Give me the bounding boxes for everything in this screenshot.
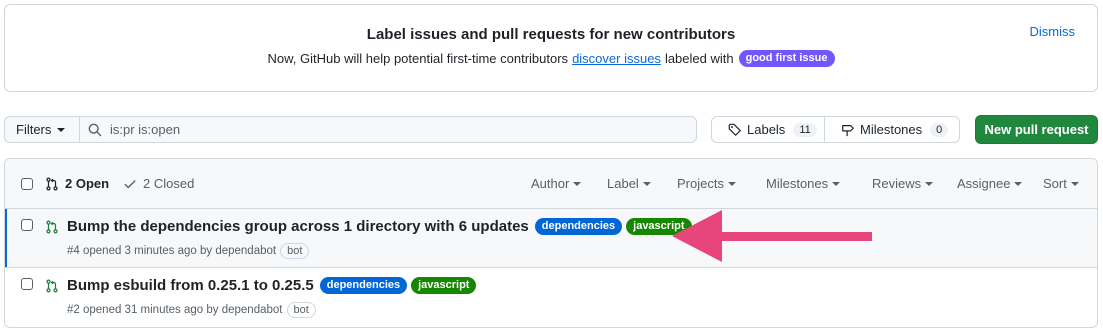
pr-meta: #4 opened 3 minutes ago by dependabot bo… [67, 243, 310, 259]
open-pull-request-icon [46, 220, 58, 234]
author-menu[interactable]: Author [531, 176, 582, 191]
chevron-down-icon [925, 181, 934, 186]
chevron-down-icon [832, 181, 841, 186]
pull-request-icon [46, 177, 58, 190]
bot-badge: bot [280, 243, 310, 259]
pr-meta: #2 opened 31 minutes ago by dependabot b… [67, 302, 316, 318]
milestones-menu-label: Milestones [766, 176, 829, 191]
author-menu-label: Author [531, 176, 570, 191]
assignee-menu[interactable]: Assignee [957, 176, 1023, 191]
banner-desc-prefix: Now, GitHub will help potential first-ti… [267, 51, 569, 66]
pr-title-link[interactable]: Bump the dependencies group across 1 dir… [67, 218, 529, 235]
milestone-icon [842, 124, 854, 136]
contributor-banner: Label issues and pull requests for new c… [4, 4, 1098, 92]
labels-count: 11 [793, 122, 817, 137]
chevron-down-icon [57, 127, 66, 132]
check-icon [124, 179, 136, 188]
new-pull-request-button[interactable]: New pull request [975, 115, 1098, 144]
label-menu-label: Label [607, 176, 639, 191]
banner-title: Label issues and pull requests for new c… [366, 26, 736, 43]
reviews-menu-label: Reviews [872, 176, 922, 191]
pr-meta-text: #4 opened 3 minutes ago by dependabot [67, 245, 277, 257]
pr-title-line: Bump esbuild from 0.25.1 to 0.25.5 depen… [67, 277, 477, 294]
sort-menu[interactable]: Sort [1043, 176, 1079, 191]
open-pull-request-icon [46, 279, 58, 293]
chevron-down-icon [573, 181, 582, 186]
milestones-count: 0 [930, 122, 949, 137]
sort-menu-label: Sort [1043, 176, 1067, 191]
labels-milestones-group: Labels 11 Milestones 0 [711, 116, 960, 143]
banner-description: Now, GitHub will help potential first-ti… [5, 50, 1097, 67]
search-bar[interactable] [79, 116, 697, 143]
chevron-down-icon [1070, 181, 1079, 186]
row-checkbox[interactable] [21, 278, 33, 290]
label-menu[interactable]: Label [607, 176, 651, 191]
pr-title-link[interactable]: Bump esbuild from 0.25.1 to 0.25.5 [67, 277, 314, 294]
pr-title-line: Bump the dependencies group across 1 dir… [67, 218, 692, 235]
closed-filter[interactable]: 2 Closed [123, 176, 194, 191]
list-header: 2 Open 2 Closed Author Label Projects Mi… [5, 159, 1097, 209]
banner-desc-suffix: labeled with [664, 51, 734, 66]
assignee-menu-label: Assignee [957, 176, 1011, 191]
select-all-checkbox[interactable] [21, 177, 33, 190]
reviews-menu[interactable]: Reviews [872, 176, 934, 191]
milestones-label: Milestones [860, 122, 923, 137]
filters-button[interactable]: Filters [4, 116, 80, 143]
label-javascript[interactable]: javascript [411, 277, 477, 294]
closed-count: 2 Closed [143, 176, 195, 191]
search-input[interactable] [110, 122, 650, 137]
search-icon [88, 123, 102, 136]
open-filter[interactable]: 2 Open [45, 176, 109, 191]
pull-request-list: 2 Open 2 Closed Author Label Projects Mi… [4, 158, 1098, 328]
discover-issues-link[interactable]: discover issues [572, 51, 661, 66]
good-first-issue-label: good first issue [738, 50, 835, 67]
open-count: 2 Open [65, 176, 110, 191]
labels-button[interactable]: Labels 11 [712, 117, 825, 142]
annotation-arrow-icon [672, 210, 872, 262]
projects-menu[interactable]: Projects [677, 176, 736, 191]
row-checkbox[interactable] [21, 219, 33, 231]
chevron-down-icon [642, 181, 651, 186]
pull-request-row[interactable]: Bump the dependencies group across 1 dir… [5, 209, 1097, 268]
tag-icon [728, 123, 741, 136]
milestones-button[interactable]: Milestones 0 [825, 117, 949, 142]
chevron-down-icon [1014, 181, 1023, 186]
projects-menu-label: Projects [677, 176, 724, 191]
pr-meta-text: #2 opened 31 minutes ago by dependabot [67, 304, 283, 316]
chevron-down-icon [727, 181, 736, 186]
pull-request-row[interactable]: Bump esbuild from 0.25.1 to 0.25.5 depen… [5, 268, 1097, 327]
filters-label: Filters [16, 122, 52, 137]
milestones-menu[interactable]: Milestones [766, 176, 841, 191]
labels-label: Labels [747, 122, 786, 137]
label-dependencies[interactable]: dependencies [534, 218, 623, 235]
dismiss-button[interactable]: Dismiss [1030, 24, 1076, 39]
label-dependencies[interactable]: dependencies [319, 277, 408, 294]
bot-badge: bot [286, 302, 316, 318]
